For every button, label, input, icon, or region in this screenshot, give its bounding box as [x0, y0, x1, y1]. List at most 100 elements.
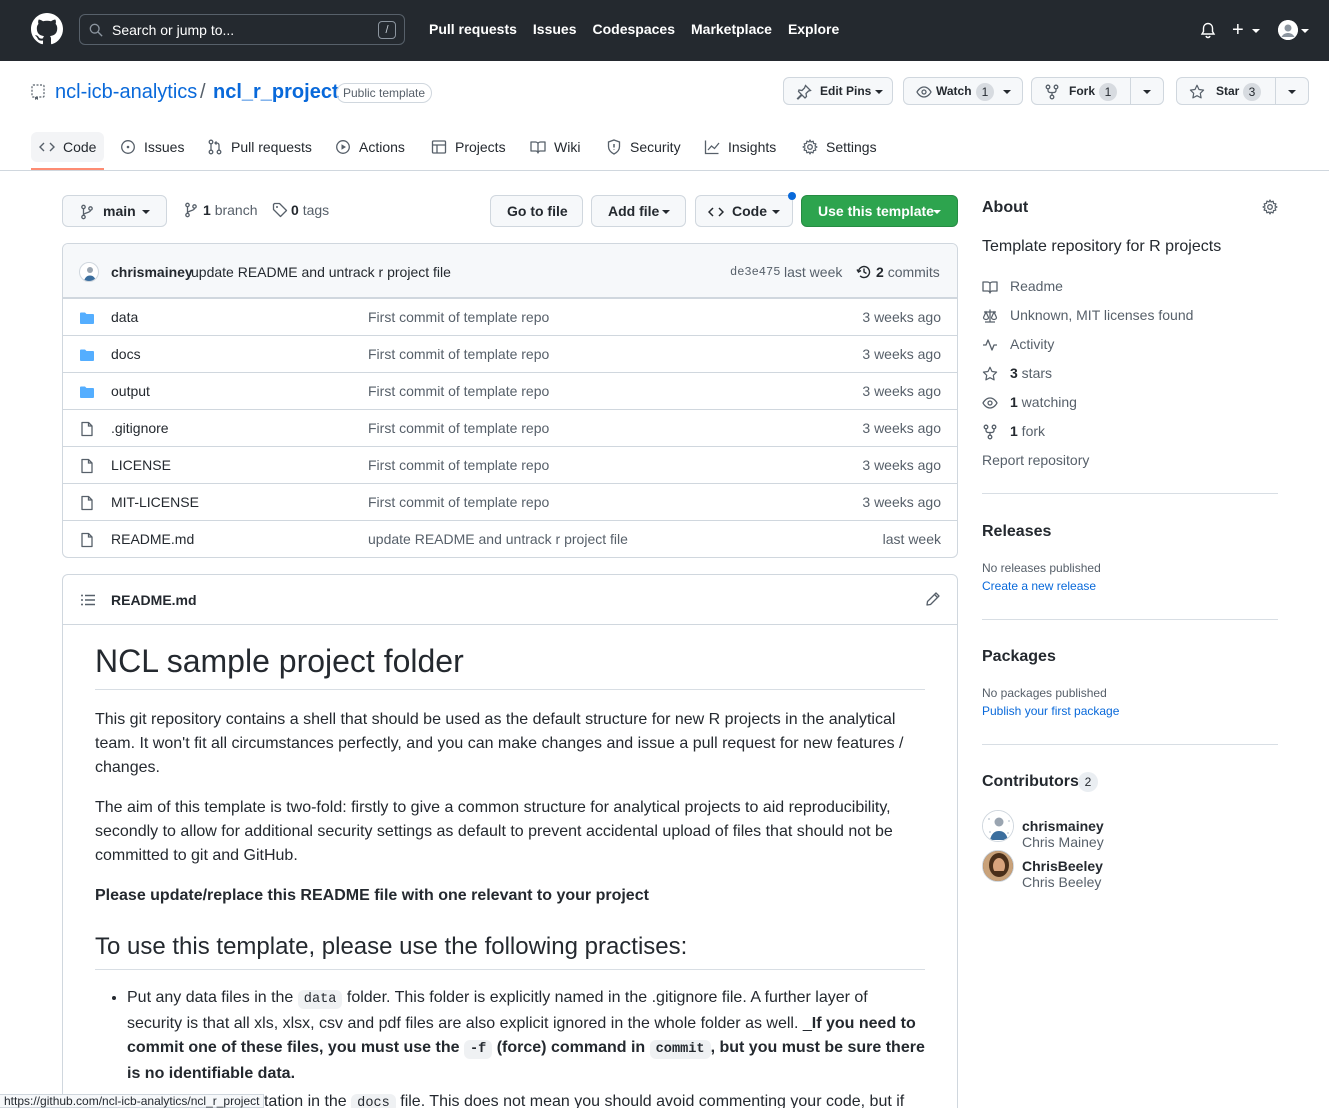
github-logo-icon[interactable] — [31, 13, 63, 45]
nav-issues[interactable]: Issues — [533, 21, 577, 37]
add-file-button[interactable]: Add file — [591, 195, 686, 227]
file-name-link[interactable]: LICENSE — [111, 457, 171, 473]
user-avatar[interactable] — [1278, 20, 1298, 40]
tab-label: Insights — [728, 139, 777, 155]
notification-bell-icon[interactable] — [1200, 22, 1216, 39]
releases-empty-text: No releases published — [982, 561, 1101, 575]
contributor-fullname: Chris Beeley — [1022, 874, 1102, 890]
branch-selector-button[interactable]: main — [62, 195, 167, 227]
file-row[interactable]: README.md update README and untrack r pro… — [63, 520, 957, 557]
readme-filename[interactable]: README.md — [111, 592, 197, 608]
report-repository-link[interactable]: Report repository — [982, 452, 1089, 468]
code-dropdown-button[interactable]: Code — [695, 195, 793, 227]
pulse-icon — [983, 339, 997, 351]
file-commit-time: 3 weeks ago — [862, 494, 941, 510]
folder-icon — [79, 310, 95, 326]
divider — [982, 493, 1278, 494]
fork-count: 1 — [1010, 423, 1018, 439]
code-icon — [39, 142, 55, 152]
file-name-link[interactable]: MIT-LICENSE — [111, 494, 199, 510]
file-commit-message[interactable]: First commit of template repo — [368, 457, 549, 473]
create-dropdown-chevron-icon — [1252, 29, 1260, 33]
file-name-link[interactable]: data — [111, 309, 138, 325]
nav-explore[interactable]: Explore — [788, 21, 839, 37]
repo-owner-link[interactable]: ncl-icb-analytics — [55, 81, 197, 104]
branch-word: branch — [214, 202, 258, 218]
file-name-link[interactable]: docs — [111, 346, 141, 362]
add-file-label: Add file — [608, 203, 660, 219]
star-button[interactable]: Star 3 — [1176, 77, 1309, 105]
user-menu-chevron-icon — [1301, 29, 1309, 33]
commit-author[interactable]: chrismainey — [111, 264, 193, 280]
commit-message[interactable]: update README and untrack r project file — [191, 264, 451, 280]
graph-icon — [704, 140, 720, 155]
file-commit-time: last week — [882, 531, 941, 547]
contributors-title[interactable]: Contributors — [982, 773, 1079, 791]
edit-pins-button[interactable]: Edit Pins — [783, 77, 893, 105]
file-commit-message[interactable]: First commit of template repo — [368, 309, 549, 325]
nav-codespaces[interactable]: Codespaces — [593, 21, 675, 37]
file-row[interactable]: LICENSE First commit of template repo 3 we… — [63, 446, 957, 483]
star-icon — [982, 366, 998, 381]
browser-status-bar: https://github.com/ncl-icb-analytics/ncl… — [0, 1094, 265, 1108]
readme-content: NCL sample project folder This git repos… — [95, 641, 925, 1108]
file-row[interactable]: docs First commit of template repo 3 weeks… — [63, 335, 957, 372]
use-this-template-button[interactable]: Use this template — [801, 195, 958, 227]
readme-heading-2: To use this template, please use the fol… — [95, 932, 925, 970]
edit-pins-label: Edit Pins — [820, 84, 872, 98]
file-commit-message[interactable]: update README and untrack r project file — [368, 531, 628, 547]
pencil-icon[interactable] — [925, 591, 941, 607]
commit-author-avatar[interactable] — [79, 262, 99, 282]
chevron-down-icon — [875, 90, 883, 94]
file-commit-time: 3 weeks ago — [862, 309, 941, 325]
commit-sha[interactable]: de3e475 — [730, 265, 780, 279]
file-row[interactable]: data First commit of template repo 3 weeks… — [63, 298, 957, 335]
file-commit-time: 3 weeks ago — [862, 383, 941, 399]
text-span: Put any data files in the — [127, 989, 298, 1006]
fork-icon — [1045, 84, 1059, 100]
nav-marketplace[interactable]: Marketplace — [691, 21, 772, 37]
about-title: About — [982, 199, 1029, 216]
sidebar-item-label: 1 watching — [1010, 394, 1077, 410]
tab-label: Code — [63, 139, 97, 155]
releases-title[interactable]: Releases — [982, 523, 1051, 541]
create-release-link[interactable]: Create a new release — [982, 579, 1096, 593]
gear-icon[interactable] — [1262, 199, 1278, 215]
pull-request-icon — [208, 139, 222, 155]
readme-paragraph: This git repository contains a shell tha… — [95, 711, 904, 776]
create-new-plus-icon[interactable]: + — [1232, 20, 1244, 40]
file-commit-message[interactable]: First commit of template repo — [368, 420, 549, 436]
watch-button[interactable]: Watch 1 — [903, 77, 1023, 105]
file-commit-message[interactable]: First commit of template repo — [368, 383, 549, 399]
repo-name-link[interactable]: ncl_r_project — [213, 81, 339, 104]
commits-link[interactable]: 2 commits — [876, 264, 940, 280]
fork-button[interactable]: Fork 1 — [1031, 77, 1164, 105]
publish-package-link[interactable]: Publish your first package — [982, 704, 1119, 718]
file-name-link[interactable]: .gitignore — [111, 420, 169, 436]
star-label: Star — [1216, 84, 1240, 98]
star-list-chevron-icon[interactable] — [1288, 90, 1296, 94]
tags-link[interactable]: 0 tags — [291, 202, 329, 218]
packages-empty-text: No packages published — [982, 686, 1107, 700]
tab-label: Wiki — [554, 139, 581, 155]
file-commit-message[interactable]: First commit of template repo — [368, 494, 549, 510]
search-input[interactable]: Search or jump to... / — [79, 14, 405, 45]
list-unordered-icon[interactable] — [80, 592, 96, 608]
branches-link[interactable]: 1 branch — [203, 202, 258, 218]
nav-pull-requests[interactable]: Pull requests — [429, 21, 517, 37]
file-name-link[interactable]: README.md — [111, 531, 194, 547]
issue-icon — [121, 140, 135, 154]
file-commit-message[interactable]: First commit of template repo — [368, 346, 549, 362]
branch-icon — [81, 204, 93, 220]
file-row[interactable]: MIT-LICENSE First commit of template repo… — [63, 483, 957, 520]
go-to-file-button[interactable]: Go to file — [490, 195, 583, 227]
file-row[interactable]: output First commit of template repo 3 wee… — [63, 372, 957, 409]
file-row[interactable]: .gitignore First commit of template repo 3… — [63, 409, 957, 446]
list-item: Put any data files in the data folder. T… — [127, 986, 925, 1086]
fork-dropdown-chevron-icon[interactable] — [1143, 90, 1151, 94]
divider — [982, 744, 1278, 745]
chevron-down-icon — [1003, 90, 1011, 94]
file-name-link[interactable]: output — [111, 383, 150, 399]
packages-title[interactable]: Packages — [982, 648, 1056, 666]
tag-icon — [272, 202, 288, 218]
